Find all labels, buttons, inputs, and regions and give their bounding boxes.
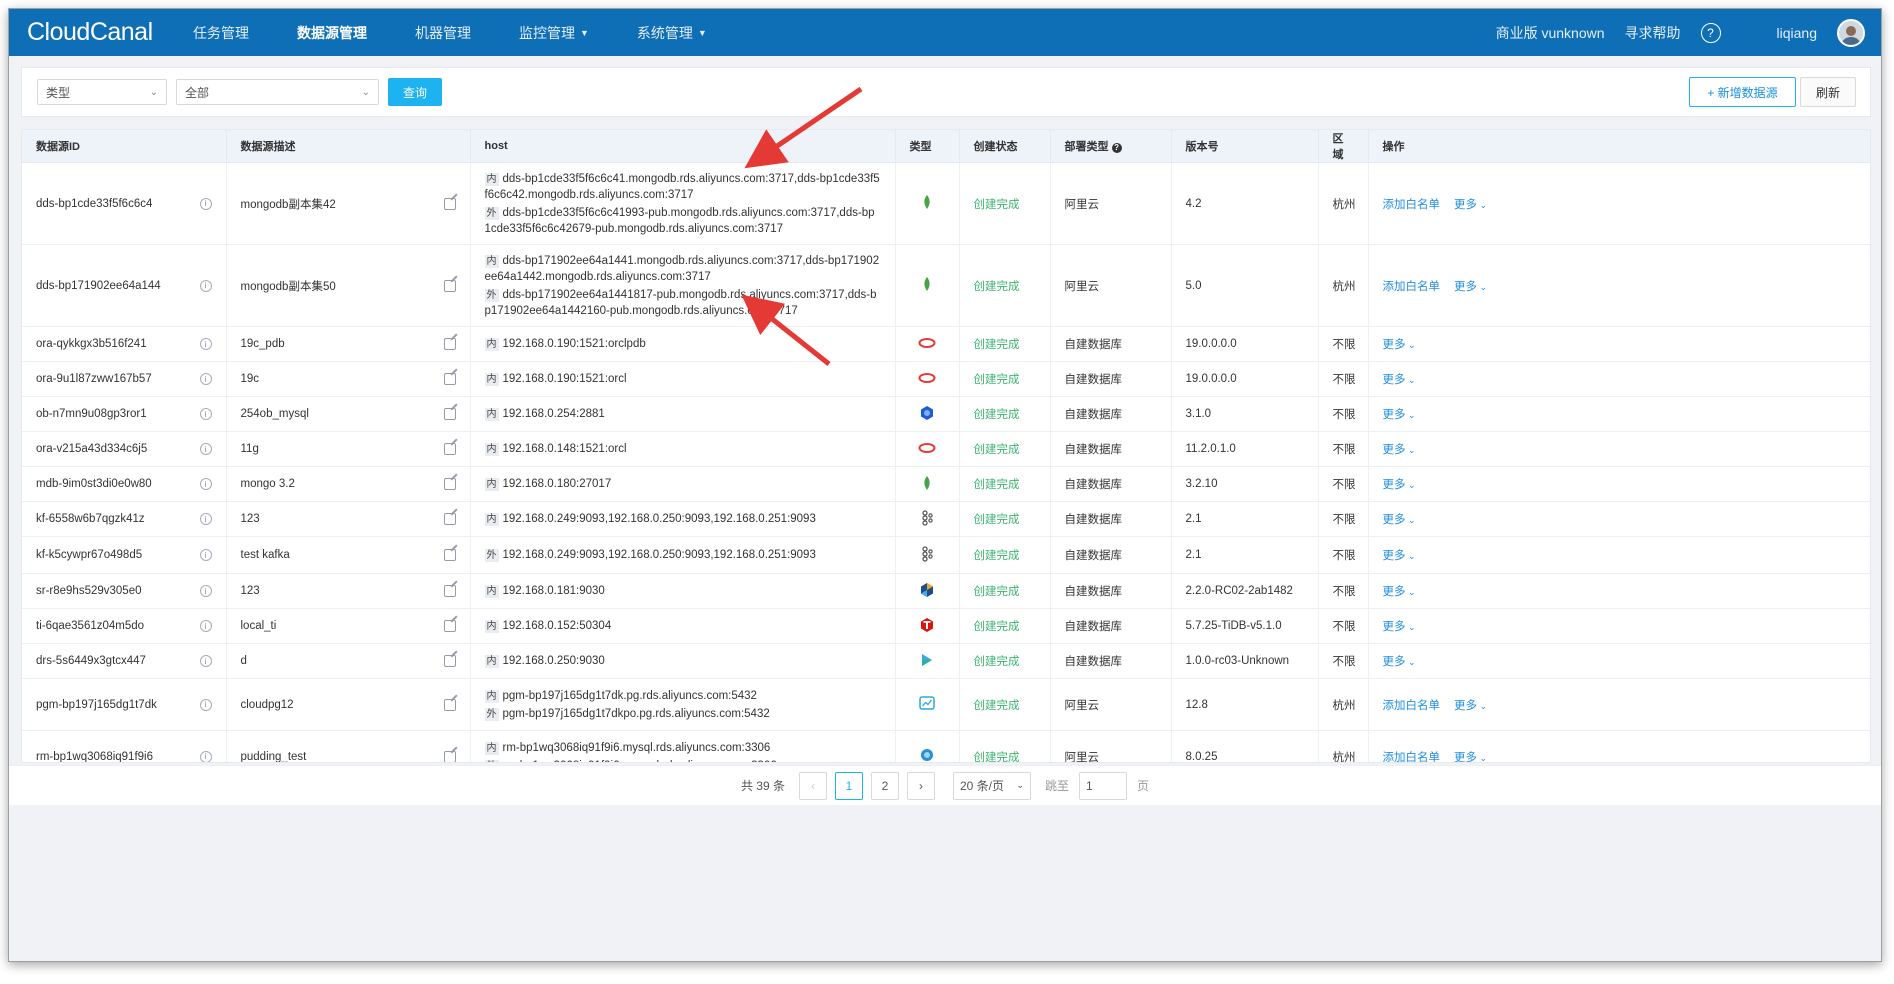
app-window: CloudCanal 任务管理 数据源管理 机器管理 监控管理 ▼ 系统管理 ▼ 商… [8, 8, 1882, 962]
arrow-pointing-host-row-2 [741, 294, 831, 366]
arrow-pointing-host-row-1 [744, 86, 863, 169]
annotation-arrows [741, 86, 863, 366]
